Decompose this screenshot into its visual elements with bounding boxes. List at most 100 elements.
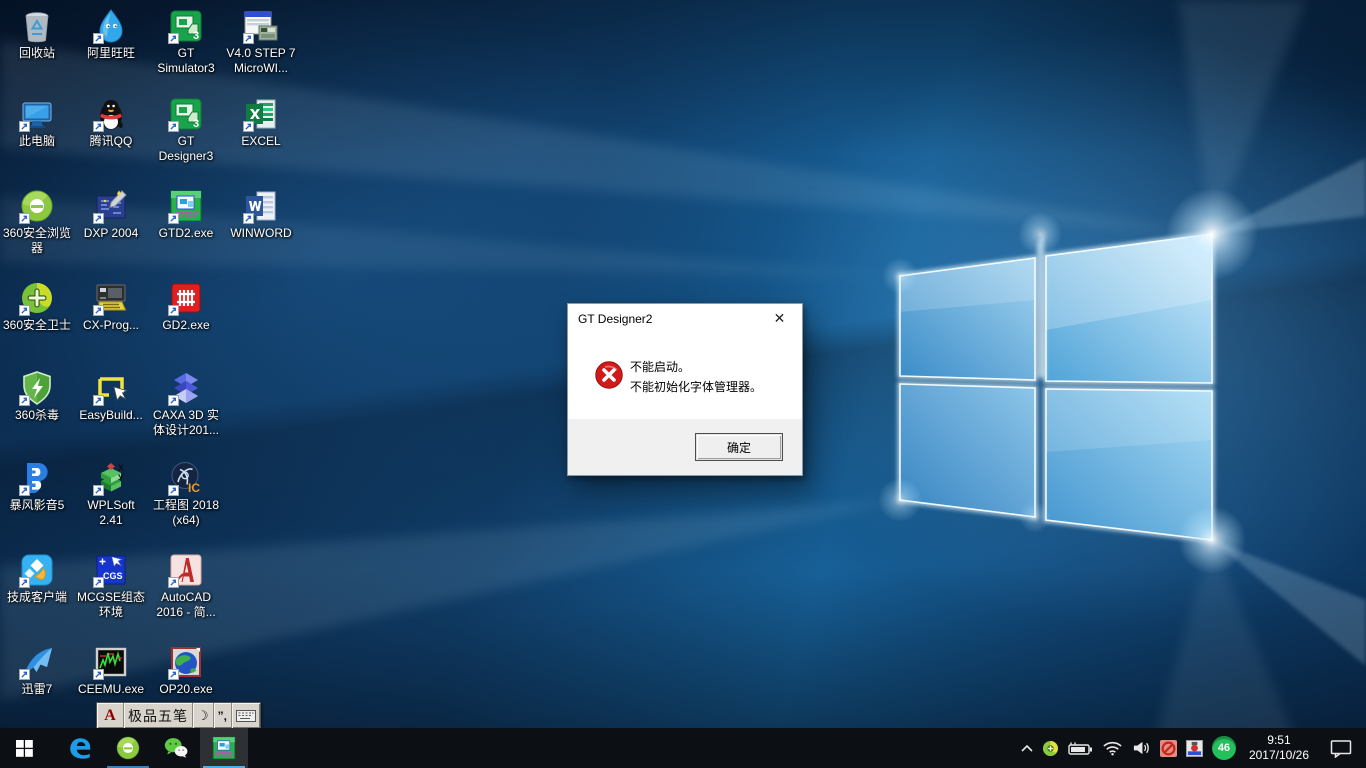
desktop-icon-dxp-2004[interactable]: DXP 2004 <box>69 188 153 241</box>
desktop-icon-this-pc[interactable]: 此电脑 <box>0 96 79 149</box>
desktop-icon-op20-exe[interactable]: OP20.exe <box>144 644 228 697</box>
xunlei7-icon <box>19 644 55 680</box>
desktop-icon-easybuilder[interactable]: EasyBuild... <box>69 370 153 423</box>
desktop-icon-label: GTDesigner3 <box>144 134 228 164</box>
gtd2-exe-icon: GTD2 <box>168 188 204 224</box>
desktop-icon-label: 360杀毒 <box>0 408 79 423</box>
gt-designer3-icon: 3 <box>168 96 204 132</box>
desktop-icon-label: EXCEL <box>219 134 303 149</box>
shortcut-arrow-icon <box>19 395 30 406</box>
gt-simulator3-icon: 3 <box>168 8 204 44</box>
360-browser-icon <box>19 188 55 224</box>
dialog-footer: 确定 <box>568 419 802 475</box>
ok-button[interactable]: 确定 <box>695 433 783 461</box>
action-center-icon <box>1330 739 1352 758</box>
desktop-icon-label: GTSimulator3 <box>144 46 228 76</box>
easybuilder-icon <box>93 370 129 406</box>
desktop-icon-xunlei7[interactable]: 迅雷7 <box>0 644 79 697</box>
tray-ime-indicator-icon[interactable] <box>1186 740 1203 757</box>
ime-fullwidth-toggle-icon[interactable]: ☽ <box>192 703 213 728</box>
dialog-message: 不能启动。 不能初始化字体管理器。 <box>630 357 762 397</box>
desktop-icon-caxa-3d[interactable]: CAXA 3D 实体设计201... <box>144 370 228 438</box>
desktop-icon-label: 阿里旺旺 <box>69 46 153 61</box>
shortcut-arrow-icon <box>168 305 179 316</box>
desktop-icon-tencent-qq[interactable]: 腾讯QQ <box>69 96 153 149</box>
shortcut-arrow-icon <box>243 121 254 132</box>
tray-volume-icon[interactable] <box>1132 740 1151 756</box>
ime-toolbar[interactable]: A 极品五笔 ☽ ”, <box>96 702 261 729</box>
desktop-icon-autocad-2016[interactable]: AutoCAD2016 - 简... <box>144 552 228 620</box>
desktop-icon-step7-microwin[interactable]: V4.0 STEP 7MicroWI... <box>219 8 303 76</box>
desktop-icon-label: CEEMU.exe <box>69 682 153 697</box>
desktop-icon-ceemu-exe[interactable]: CEEMU.exe <box>69 644 153 697</box>
shortcut-arrow-icon <box>93 395 104 406</box>
dialog-titlebar[interactable]: GT Designer2 ✕ <box>568 304 802 334</box>
tray-icons <box>1021 740 1203 757</box>
shortcut-arrow-icon <box>93 121 104 132</box>
shortcut-arrow-icon <box>243 33 254 44</box>
start-button[interactable] <box>0 728 48 768</box>
shortcut-arrow-icon <box>168 121 179 132</box>
ime-punctuation-toggle-icon[interactable]: ”, <box>213 703 231 728</box>
tray-chevron-up-icon[interactable] <box>1021 744 1033 753</box>
desktop-icon-jicheng-client[interactable]: 技成客户端 <box>0 552 79 605</box>
desktop-icon-360-browser[interactable]: 360安全浏览器 <box>0 188 79 256</box>
desktop-icon-aliwangwang[interactable]: 阿里旺旺 <box>69 8 153 61</box>
taskbar-app-gtd2[interactable]: >GTD2 <box>200 728 248 768</box>
360-guard-icon <box>19 280 55 316</box>
dialog-title: GT Designer2 <box>578 304 652 334</box>
desktop-icon-label: CX-Prog... <box>69 318 153 333</box>
dxp-2004-icon <box>93 188 129 224</box>
tray-battery-icon[interactable] <box>1068 741 1093 756</box>
dialog-message-line2: 不能初始化字体管理器。 <box>630 377 762 397</box>
shortcut-arrow-icon <box>93 577 104 588</box>
taskbar-clock[interactable]: 9:51 2017/10/26 <box>1245 733 1313 763</box>
ime-name-label[interactable]: 极品五笔 <box>123 703 192 728</box>
desktop-icon-wplsoft[interactable]: XYWPLSoft2.41 <box>69 460 153 528</box>
shortcut-arrow-icon <box>93 213 104 224</box>
shortcut-arrow-icon <box>93 305 104 316</box>
taskbar-app-wechat[interactable] <box>152 728 200 768</box>
winword-icon <box>243 188 279 224</box>
step7-microwin-icon <box>243 8 279 44</box>
desktop-icon-winword[interactable]: WINWORD <box>219 188 303 241</box>
taskbar-app-edge-browser[interactable] <box>56 728 104 768</box>
shortcut-arrow-icon <box>93 33 104 44</box>
desktop-icon-360-antivirus[interactable]: 360杀毒 <box>0 370 79 423</box>
ime-soft-keyboard-icon[interactable] <box>231 703 260 728</box>
svg-text:IC: IC <box>188 481 200 495</box>
ime-mode-button[interactable]: A <box>97 703 123 728</box>
360-speedball[interactable]: 46 <box>1212 736 1236 760</box>
tray-360-guard-icon[interactable] <box>1042 740 1059 757</box>
desktop-icon-gd2-exe[interactable]: GD2.exe <box>144 280 228 333</box>
shortcut-arrow-icon <box>168 395 179 406</box>
desktop-icon-360-guard[interactable]: 360安全卫士 <box>0 280 79 333</box>
desktop-icon-label: 回收站 <box>0 46 79 61</box>
desktop-icon-gtd2-exe[interactable]: GTD2 GTD2.exe <box>144 188 228 241</box>
tray-wifi-icon[interactable] <box>1102 740 1123 756</box>
taskbar-apps: > >GTD2 <box>56 728 248 768</box>
desktop-icon-mcgse[interactable]: CGSMCGSE组态环境 <box>69 552 153 620</box>
desktop-icon-eng-drawing-2018[interactable]: IC工程图 2018(x64) <box>144 460 228 528</box>
desktop-icon-storm-player[interactable]: 暴风影音5 <box>0 460 79 513</box>
desktop-icon-label: MCGSE组态环境 <box>69 590 153 620</box>
desktop-icon-cx-programmer[interactable]: CX-Prog... <box>69 280 153 333</box>
desktop-icon-gt-simulator3[interactable]: 3GTSimulator3 <box>144 8 228 76</box>
clock-date: 2017/10/26 <box>1249 748 1309 763</box>
desktop-icon-excel[interactable]: EXCEL <box>219 96 303 149</box>
shortcut-arrow-icon <box>168 33 179 44</box>
desktop-icon-label: GTD2.exe <box>144 226 228 241</box>
shortcut-arrow-icon <box>19 485 30 496</box>
shortcut-arrow-icon <box>243 213 254 224</box>
svg-text:3: 3 <box>193 118 199 130</box>
eng-drawing-2018-icon: IC <box>168 460 204 496</box>
dialog-close-button[interactable]: ✕ <box>757 304 802 333</box>
shortcut-arrow-icon <box>19 305 30 316</box>
ceemu-exe-icon <box>93 644 129 680</box>
tray-blocked-icon[interactable] <box>1160 740 1177 757</box>
desktop-icon-gt-designer3[interactable]: 3 GTDesigner3 <box>144 96 228 164</box>
desktop-icon-recycle-bin[interactable]: 回收站 <box>0 8 79 61</box>
action-center-button[interactable] <box>1322 739 1360 758</box>
taskbar-app-360-safe-browser[interactable]: > <box>104 728 152 768</box>
desktop-icon-label: CAXA 3D 实体设计201... <box>144 408 228 438</box>
